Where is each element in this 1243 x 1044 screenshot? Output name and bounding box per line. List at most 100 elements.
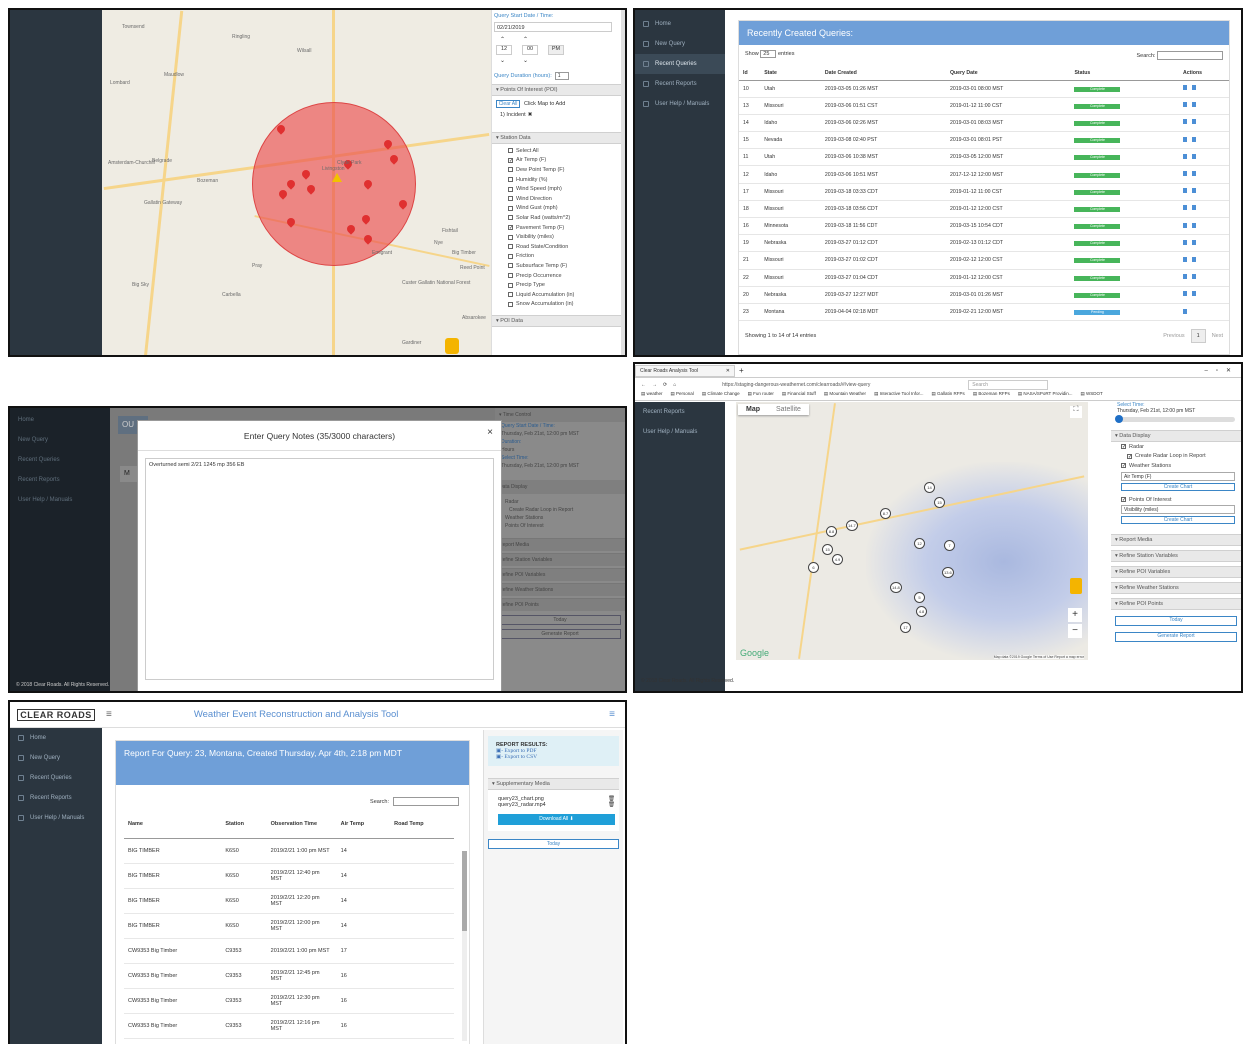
open-icon[interactable]: [1191, 85, 1196, 91]
station-variable-item[interactable]: Select All: [492, 146, 625, 156]
station-marker[interactable]: 14: [924, 482, 935, 493]
table-row[interactable]: 15 Nevada 2019-03-08 02:40 PST 2019-03-01 0…: [739, 131, 1229, 150]
station-marker[interactable]: 4.9: [832, 554, 843, 565]
bookmark-item[interactable]: ▤ weather: [641, 391, 663, 400]
column-header[interactable]: Observation Time: [266, 810, 337, 839]
supp-media-header[interactable]: ▾ Supplementary Media: [488, 778, 619, 790]
table-row[interactable]: 17 Missouri 2019-03-18 03:33 CDT 2019-01-12…: [739, 183, 1229, 201]
station-variable-item[interactable]: Liquid Accumulation (in): [492, 290, 625, 300]
open-icon[interactable]: [1191, 291, 1196, 297]
nav-home[interactable]: Home: [10, 410, 110, 430]
station-variable-item[interactable]: Wind Direction: [492, 194, 625, 204]
pegman-icon[interactable]: [445, 338, 459, 354]
search-box[interactable]: Search: [968, 379, 1049, 390]
bookmark-item[interactable]: ▤ NASA/SPoRT Providin...: [1018, 391, 1073, 400]
delete-icon[interactable]: [1182, 136, 1187, 142]
new-tab-icon[interactable]: +: [739, 366, 744, 375]
variable-checkbox[interactable]: [508, 234, 513, 240]
column-header[interactable]: Station: [221, 810, 267, 839]
column-header[interactable]: Name: [124, 810, 222, 839]
bookmark-item[interactable]: ▤ Climate Change: [702, 391, 740, 400]
open-icon[interactable]: [1191, 239, 1196, 245]
bookmark-item[interactable]: ▤ Bozeman RFPs: [973, 391, 1010, 400]
today-button[interactable]: Today: [488, 839, 619, 849]
station-marker[interactable]: 4.8: [916, 606, 927, 617]
table-row[interactable]: 18 Missouri 2019-03-18 03:56 CDT 2019-01-12…: [739, 200, 1229, 219]
page-1-button[interactable]: 1: [1190, 329, 1206, 344]
table-row[interactable]: CW9353 Big TimberC93532019/2/21 12:00 pm…: [124, 1038, 454, 1044]
bookmark-item[interactable]: ▤ Gallatin RFPs: [932, 391, 965, 400]
delete-icon[interactable]: [1182, 153, 1187, 159]
delete-icon[interactable]: [1182, 308, 1187, 314]
poi-data-header[interactable]: ▾ POI Data: [492, 315, 625, 328]
open-icon[interactable]: [1191, 188, 1196, 194]
table-row[interactable]: 21 Missouri 2019-03-27 01:02 CDT 2019-02-12…: [739, 251, 1229, 270]
window-controls[interactable]: –▫✕: [1205, 367, 1240, 374]
station-marker[interactable]: 15: [934, 497, 945, 508]
column-header[interactable]: Air Temp: [336, 810, 391, 839]
ampm-toggle[interactable]: PM: [548, 45, 564, 55]
station-variable-item[interactable]: Dew Point Temp (F): [492, 165, 625, 175]
variable-checkbox[interactable]: [508, 253, 513, 259]
media-file-link[interactable]: query23_radar.mp4: [498, 802, 546, 808]
poi-variable-select[interactable]: Visibility (miles): [1121, 505, 1235, 515]
search-input[interactable]: [393, 797, 459, 806]
remove-icon[interactable]: ✖: [528, 112, 533, 118]
station-marker[interactable]: 8.7: [880, 508, 891, 519]
delete-icon[interactable]: [1182, 205, 1187, 211]
bookmark-item[interactable]: ▤ Financial Stuff: [782, 391, 816, 400]
download-all-button[interactable]: Download All ⬇: [498, 814, 615, 825]
table-row[interactable]: 22 Missouri 2019-03-27 01:04 CDT 2019-01-12…: [739, 269, 1229, 287]
table-row[interactable]: BIG TIMBER K6S0 2019/2/21 12:40 pm MST 14: [124, 863, 454, 889]
nav-help[interactable]: User Help / Manuals: [10, 808, 102, 828]
variable-checkbox[interactable]: [508, 244, 513, 250]
station-variable-item[interactable]: Wind Gust (mph): [492, 204, 625, 214]
station-variable-item[interactable]: Road State/Condition: [492, 242, 625, 252]
delete-icon[interactable]: [1182, 188, 1187, 194]
variable-checkbox[interactable]: [508, 292, 513, 298]
form-scrollbar[interactable]: [621, 10, 625, 355]
variable-checkbox[interactable]: [508, 186, 513, 192]
zoom-in-button[interactable]: +: [1068, 608, 1082, 622]
variable-checkbox[interactable]: [508, 205, 513, 211]
minute-up-icon[interactable]: ⌃: [523, 36, 528, 43]
column-header[interactable]: Actions: [1178, 66, 1229, 81]
slider-handle-icon[interactable]: [1115, 415, 1123, 423]
previous-button[interactable]: Previous: [1163, 333, 1184, 339]
collapsible-section[interactable]: ▾ Refine POI Points: [1111, 598, 1241, 611]
poi-checkbox[interactable]: [1121, 497, 1126, 503]
table-row[interactable]: CW9353 Big Timber C9353 2019/2/21 12:30 pm…: [124, 988, 454, 1014]
start-date-input[interactable]: 02/21/2019: [494, 22, 612, 32]
menu-right-icon[interactable]: ≡: [609, 709, 615, 720]
open-icon[interactable]: [1191, 153, 1196, 159]
poi-section-header[interactable]: ▾ Points Of Interest (POI): [492, 84, 625, 96]
duration-select[interactable]: 1: [554, 72, 569, 80]
column-header[interactable]: Id: [739, 66, 761, 81]
create-chart-button[interactable]: Create Chart: [1121, 482, 1235, 491]
tab-close-icon[interactable]: ✕: [726, 368, 730, 374]
table-row[interactable]: 10 Utah 2019-03-05 01:26 MST 2019-03-01 08:…: [739, 80, 1229, 98]
menu-icon[interactable]: ≡: [106, 709, 112, 720]
station-variable-item[interactable]: Air Temp (F): [492, 156, 625, 166]
station-variable-item[interactable]: Wind Speed (mph): [492, 184, 625, 194]
table-row[interactable]: 16 Minnesota 2019-03-18 11:56 CDT 2019-03-1…: [739, 217, 1229, 236]
station-section-header[interactable]: ▾ Station Data: [492, 132, 625, 144]
trash-icon[interactable]: 🗑: [608, 802, 615, 808]
station-variable-item[interactable]: Visibility (miles): [492, 232, 625, 242]
variable-checkbox[interactable]: [508, 148, 513, 154]
bookmark-item[interactable]: ▤ Interactive Tool Infor...: [874, 391, 923, 400]
create-chart-button[interactable]: Create Chart: [1121, 516, 1235, 525]
station-marker[interactable]: 8.8: [826, 526, 837, 537]
collapsible-section[interactable]: ▾ Report Media: [1111, 534, 1241, 547]
table-row[interactable]: 20 Nebraska 2019-03-27 12:27 MDT 2019-03-01…: [739, 286, 1229, 304]
variable-checkbox[interactable]: [508, 301, 513, 307]
generate-report-button[interactable]: Generate Report: [1115, 632, 1237, 643]
bookmark-item[interactable]: ▤ Fun router: [748, 391, 774, 400]
variable-checkbox[interactable]: [508, 177, 513, 183]
station-variable-item[interactable]: Snow Accumulation (in): [492, 300, 625, 310]
nav-recent-reports[interactable]: Recent Reports: [635, 74, 725, 94]
weather-stations-checkbox[interactable]: [1121, 463, 1126, 469]
fullscreen-icon[interactable]: ⛶: [1070, 406, 1082, 418]
collapsible-section[interactable]: ▾ Refine Station Variables: [1111, 550, 1241, 563]
home-icon[interactable]: ⌂: [673, 382, 676, 388]
